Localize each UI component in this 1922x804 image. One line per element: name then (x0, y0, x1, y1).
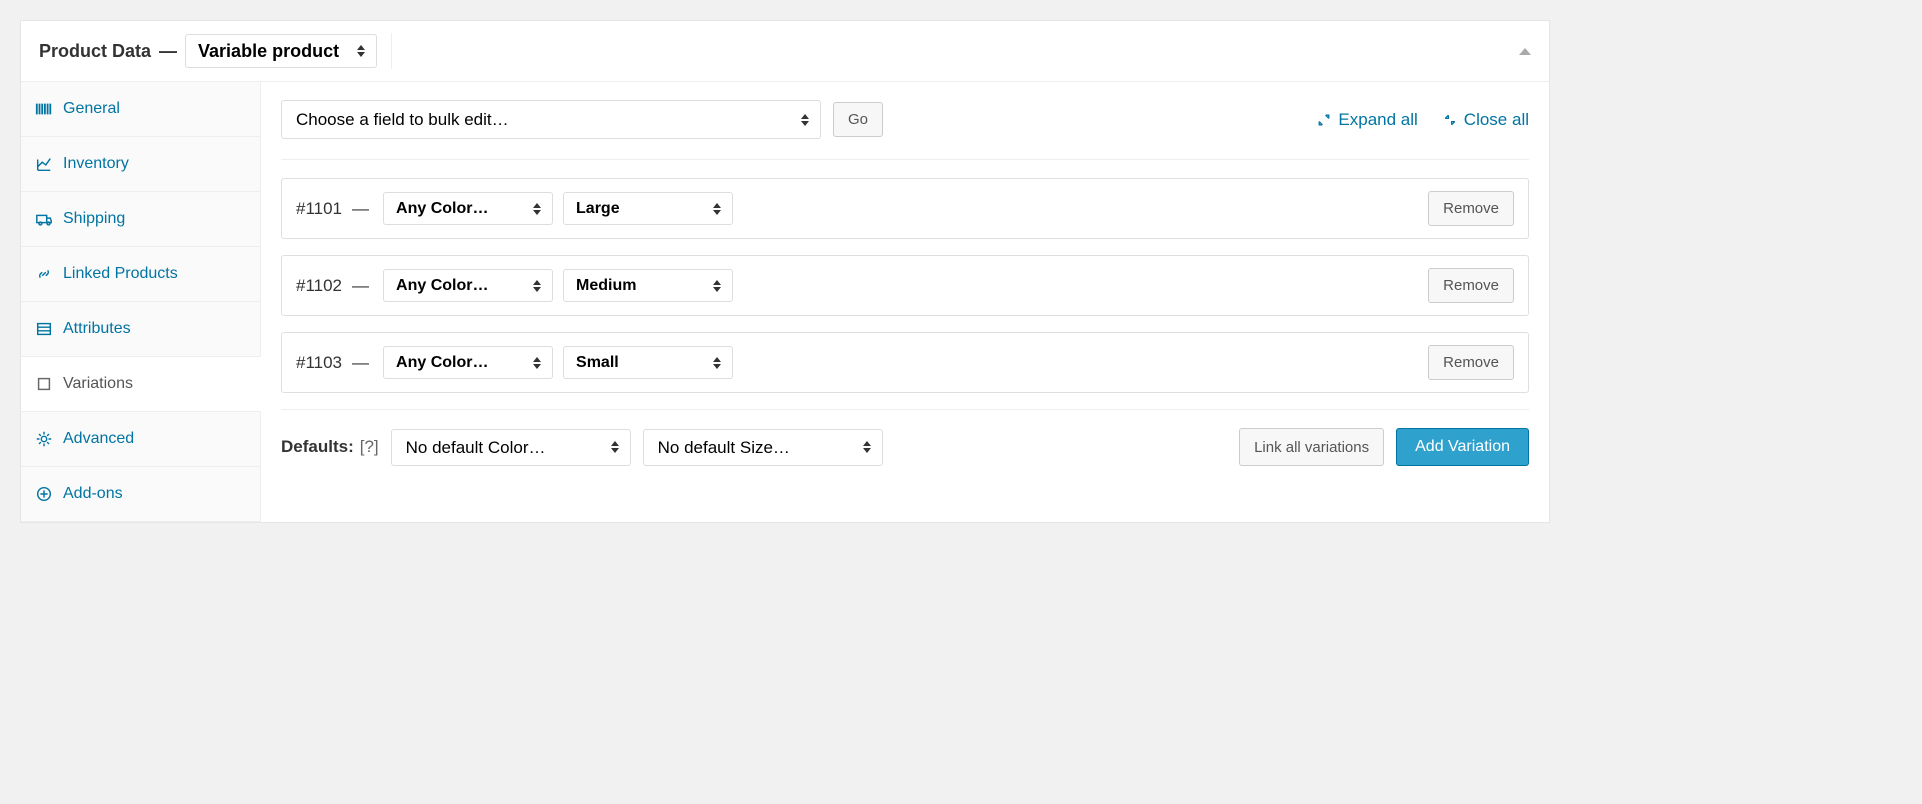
tab-advanced[interactable]: Advanced (21, 412, 260, 467)
product-data-panel: Product Data — Variable product General … (20, 20, 1550, 523)
bulk-edit-toolbar: Choose a field to bulk edit… Go Expand a… (281, 100, 1529, 160)
gear-icon (35, 430, 53, 448)
variation-defaults-row: Defaults: [?] No default Color… No defau… (281, 428, 1529, 466)
link-label: Close all (1464, 110, 1529, 130)
variations-content: Choose a field to bulk edit… Go Expand a… (261, 82, 1549, 522)
tab-label: General (63, 100, 120, 118)
bulk-edit-select[interactable]: Choose a field to bulk edit… (281, 100, 821, 139)
tab-label: Inventory (63, 155, 129, 173)
link-all-variations-button[interactable]: Link all variations (1239, 428, 1384, 466)
square-icon (35, 375, 53, 393)
defaults-label-text: Defaults: (281, 437, 354, 457)
add-variation-button[interactable]: Add Variation (1396, 428, 1529, 466)
help-icon[interactable]: [?] (360, 437, 379, 457)
tab-label: Variations (63, 375, 133, 393)
go-button[interactable]: Go (833, 102, 883, 137)
tab-inventory[interactable]: Inventory (21, 137, 260, 192)
close-all-link[interactable]: Close all (1442, 110, 1529, 130)
tab-label: Advanced (63, 430, 134, 448)
defaults-label: Defaults: [?] (281, 437, 379, 457)
tab-variations[interactable]: Variations (21, 357, 260, 412)
default-size-select[interactable]: No default Size… (643, 429, 883, 466)
variation-id: #1101 (296, 199, 342, 219)
collapse-icon (1442, 112, 1458, 128)
default-color-select[interactable]: No default Color… (391, 429, 631, 466)
variation-size-select[interactable]: Small (563, 346, 733, 379)
list-icon (35, 320, 53, 338)
product-data-tabs: General Inventory Shipping Linked Produc… (21, 82, 261, 522)
tab-label: Add-ons (63, 485, 123, 503)
product-type-select[interactable]: Variable product (185, 34, 377, 68)
tab-shipping[interactable]: Shipping (21, 192, 260, 247)
tab-label: Linked Products (63, 265, 178, 283)
variation-id: #1102 (296, 276, 342, 296)
panel-header: Product Data — Variable product (21, 21, 1549, 82)
variation-id: #1103 (296, 353, 342, 373)
remove-variation-button[interactable]: Remove (1428, 268, 1514, 303)
remove-variation-button[interactable]: Remove (1428, 191, 1514, 226)
variation-dash: — (352, 353, 369, 373)
tab-attributes[interactable]: Attributes (21, 302, 260, 357)
tab-linked-products[interactable]: Linked Products (21, 247, 260, 302)
panel-body: General Inventory Shipping Linked Produc… (21, 82, 1549, 522)
plus-circle-icon (35, 485, 53, 503)
header-divider (391, 33, 392, 69)
tab-label: Attributes (63, 320, 131, 338)
variation-size-select[interactable]: Large (563, 192, 733, 225)
expand-all-link[interactable]: Expand all (1316, 110, 1417, 130)
tab-label: Shipping (63, 210, 125, 228)
tab-addons[interactable]: Add-ons (21, 467, 260, 522)
barcode-icon (35, 100, 53, 118)
link-label: Expand all (1338, 110, 1417, 130)
truck-icon (35, 210, 53, 228)
variation-color-select[interactable]: Any Color… (383, 269, 553, 302)
variation-size-select[interactable]: Medium (563, 269, 733, 302)
collapse-panel-icon[interactable] (1519, 48, 1531, 55)
expand-icon (1316, 112, 1332, 128)
remove-variation-button[interactable]: Remove (1428, 345, 1514, 380)
variation-color-select[interactable]: Any Color… (383, 346, 553, 379)
section-divider (281, 409, 1529, 410)
variation-dash: — (352, 199, 369, 219)
variation-row[interactable]: #1102 — Any Color… Medium Remove (281, 255, 1529, 316)
tab-general[interactable]: General (21, 82, 260, 137)
panel-title: Product Data (39, 41, 151, 62)
title-dash: — (159, 41, 177, 62)
variation-color-select[interactable]: Any Color… (383, 192, 553, 225)
variation-row[interactable]: #1103 — Any Color… Small Remove (281, 332, 1529, 393)
variation-row[interactable]: #1101 — Any Color… Large Remove (281, 178, 1529, 239)
link-icon (35, 265, 53, 283)
variation-dash: — (352, 276, 369, 296)
chart-icon (35, 155, 53, 173)
